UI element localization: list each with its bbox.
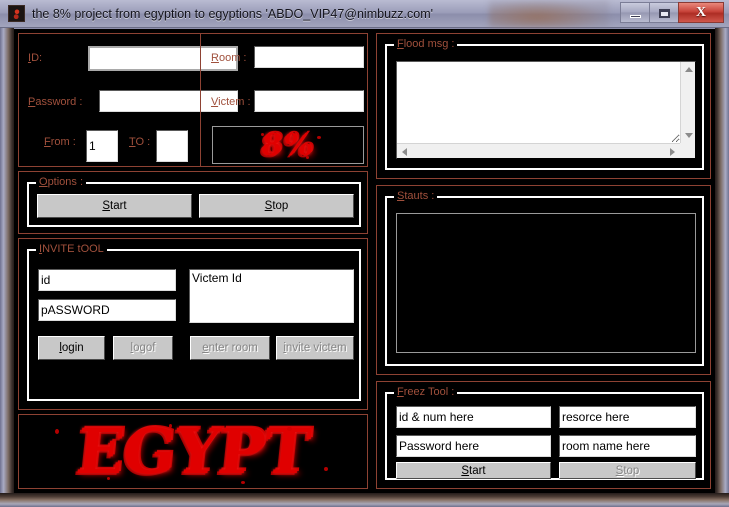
invite-enter-room-button[interactable]: enter room bbox=[190, 336, 270, 360]
flood-panel: Flood msg : bbox=[376, 33, 711, 179]
flood-message-box[interactable] bbox=[396, 61, 696, 159]
invite-tool-group-title: INVITE tOOL bbox=[36, 243, 107, 255]
invite-tool-panel: INVITE tOOL Victem Id login logof enter … bbox=[18, 238, 368, 410]
window-title: the 8% project from egyption to egyption… bbox=[32, 7, 433, 21]
minimize-button[interactable] bbox=[620, 2, 649, 23]
application-window: the 8% project from egyption to egyption… bbox=[0, 0, 729, 507]
credentials-panel: ID: Password : From : TO : Room : Victem… bbox=[18, 33, 368, 167]
flood-group: Flood msg : bbox=[385, 38, 704, 170]
options-panel: Options : Start Stop bbox=[18, 171, 368, 234]
caption-buttons: X bbox=[620, 2, 724, 24]
scroll-down-icon[interactable] bbox=[685, 133, 693, 138]
status-panel: Stauts : bbox=[376, 185, 711, 375]
room-input[interactable] bbox=[254, 46, 364, 68]
client-area: ID: Password : From : TO : Room : Victem… bbox=[14, 29, 715, 493]
egypt-logo-text: EGYPT bbox=[73, 415, 313, 488]
freez-stop-button[interactable]: Stop bbox=[559, 462, 696, 479]
victem-input[interactable] bbox=[254, 90, 364, 112]
freez-password-input[interactable] bbox=[396, 435, 551, 457]
options-group: Options : Start Stop bbox=[27, 176, 361, 227]
flood-message-textarea[interactable] bbox=[397, 62, 680, 143]
scroll-right-icon[interactable] bbox=[670, 148, 675, 156]
options-group-title: Options : bbox=[36, 176, 87, 188]
options-stop-button[interactable]: Stop bbox=[199, 194, 354, 218]
egypt-logo: EGYPT bbox=[18, 414, 368, 489]
scroll-left-icon[interactable] bbox=[402, 148, 407, 156]
invite-id-input[interactable] bbox=[38, 269, 176, 291]
invite-victem-id-textarea[interactable]: Victem Id bbox=[189, 269, 354, 323]
victem-label: Victem : bbox=[211, 96, 251, 108]
invite-password-input[interactable] bbox=[38, 299, 176, 321]
freez-id-num-input[interactable] bbox=[396, 406, 551, 428]
scrollbar-corner bbox=[680, 143, 695, 158]
invite-login-button[interactable]: login bbox=[38, 336, 105, 360]
window-frame-right bbox=[715, 28, 729, 507]
freez-room-name-input[interactable] bbox=[559, 435, 696, 457]
close-button[interactable]: X bbox=[678, 2, 724, 23]
flood-horizontal-scrollbar[interactable] bbox=[397, 143, 680, 158]
minimize-icon bbox=[630, 15, 641, 18]
close-icon: X bbox=[695, 5, 707, 20]
flood-vertical-scrollbar[interactable] bbox=[680, 62, 695, 143]
eight-percent-logo-text: 8% bbox=[259, 127, 317, 163]
from-label: From : bbox=[44, 136, 76, 148]
title-bar[interactable]: the 8% project from egyption to egyption… bbox=[0, 0, 729, 28]
id-label: ID: bbox=[28, 52, 43, 64]
title-bar-glass-reflection bbox=[489, 0, 609, 28]
application-icon bbox=[8, 5, 25, 22]
to-label: TO : bbox=[129, 136, 151, 148]
to-input[interactable] bbox=[156, 130, 188, 162]
window-frame-bottom bbox=[0, 493, 729, 507]
invite-logof-button[interactable]: logof bbox=[113, 336, 173, 360]
window-frame-left bbox=[0, 28, 14, 507]
from-input[interactable] bbox=[86, 130, 118, 162]
maximize-button[interactable] bbox=[649, 2, 678, 23]
freez-resorce-input[interactable] bbox=[559, 406, 696, 428]
freez-panel: Freez Tool : Start Stop bbox=[376, 381, 711, 489]
invite-tool-group: INVITE tOOL Victem Id login logof enter … bbox=[27, 243, 361, 401]
freez-group-title: Freez Tool : bbox=[394, 386, 458, 398]
status-listbox[interactable] bbox=[396, 213, 696, 353]
status-group-title: Stauts : bbox=[394, 190, 438, 202]
freez-group: Freez Tool : Start Stop bbox=[385, 386, 704, 480]
password-label: Password : bbox=[28, 96, 83, 108]
freez-start-button[interactable]: Start bbox=[396, 462, 551, 479]
scroll-up-icon[interactable] bbox=[685, 67, 693, 72]
invite-victem-button[interactable]: invite victem bbox=[276, 336, 354, 360]
options-start-button[interactable]: Start bbox=[37, 194, 192, 218]
room-label: Room : bbox=[211, 52, 247, 64]
flood-group-title: Flood msg : bbox=[394, 38, 458, 50]
maximize-icon bbox=[659, 9, 670, 18]
eight-percent-logo: 8% bbox=[212, 126, 364, 164]
panel-divider bbox=[200, 34, 201, 166]
status-group: Stauts : bbox=[385, 190, 704, 366]
